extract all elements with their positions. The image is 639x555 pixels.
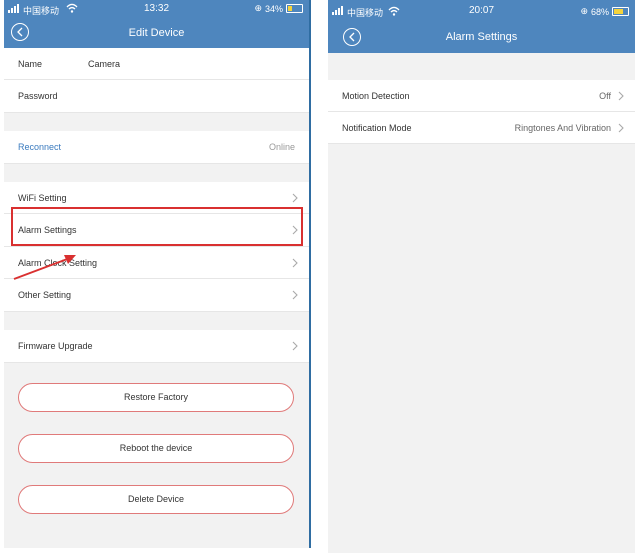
status-bar: 中国移动 13:32 ⊕ 34%: [4, 0, 309, 18]
delete-device-button[interactable]: Delete Device: [18, 485, 294, 514]
menu-item-label: Firmware Upgrade: [18, 341, 93, 351]
arrow-annotation-icon: [13, 255, 76, 280]
alarm-settings-screen: 中国移动 20:07 ⊕ 68% Alarm Settings Motion D…: [328, 0, 635, 553]
name-label: Name: [18, 58, 43, 69]
row-label: Motion Detection: [342, 90, 410, 101]
chevron-left-icon: [349, 32, 355, 42]
nav-bar: Alarm Settings: [328, 22, 635, 53]
menu-item-label: Other Setting: [18, 290, 72, 300]
chevron-right-icon: [618, 123, 624, 132]
row-label: Notification Mode: [342, 122, 412, 133]
reconnect-link[interactable]: Reconnect: [18, 142, 61, 152]
page-title: Alarm Settings: [445, 31, 518, 43]
page-title: Edit Device: [128, 27, 185, 39]
back-button[interactable]: [11, 23, 29, 41]
battery-percent: 68%: [590, 6, 609, 17]
edit-device-screen: 中国移动 13:32 ⊕ 34% Edit Device Name Camera…: [4, 0, 309, 548]
reconnect-row[interactable]: Reconnect Online: [4, 131, 309, 164]
password-field[interactable]: Password: [4, 80, 309, 113]
name-value: Camera: [88, 58, 121, 69]
restore-factory-button[interactable]: Restore Factory: [18, 383, 294, 412]
connection-status: Online: [268, 142, 295, 152]
menu-item-other-setting[interactable]: Other Setting: [4, 279, 309, 312]
chevron-right-icon: [292, 193, 298, 202]
menu-item-label: WiFi Setting: [18, 192, 67, 203]
menu-item-firmware-upgrade[interactable]: Firmware Upgrade: [4, 330, 309, 363]
name-field[interactable]: Name Camera: [4, 48, 309, 80]
row-value: Off: [599, 90, 611, 101]
reboot-device-button[interactable]: Reboot the device: [18, 434, 294, 463]
highlight-box: [11, 207, 303, 246]
motion-detection-row[interactable]: Motion Detection Off: [328, 80, 635, 112]
nav-bar: Edit Device: [4, 18, 309, 48]
row-value: Ringtones And Vibration: [514, 122, 611, 133]
battery-icon: [612, 7, 629, 16]
battery-icon: [286, 4, 303, 13]
status-bar: 中国移动 20:07 ⊕ 68%: [328, 0, 635, 22]
divider: [309, 0, 311, 548]
password-label: Password: [18, 91, 58, 101]
back-button[interactable]: [343, 28, 361, 46]
battery-percent: 34%: [264, 3, 283, 14]
lock-rotation-icon: ⊕: [254, 3, 262, 13]
chevron-right-icon: [292, 258, 298, 267]
lock-rotation-icon: ⊕: [580, 6, 588, 16]
chevron-left-icon: [17, 27, 23, 37]
chevron-right-icon: [292, 341, 298, 351]
chevron-right-icon: [618, 91, 624, 100]
chevron-right-icon: [292, 290, 298, 300]
notification-mode-row[interactable]: Notification Mode Ringtones And Vibratio…: [328, 112, 635, 144]
